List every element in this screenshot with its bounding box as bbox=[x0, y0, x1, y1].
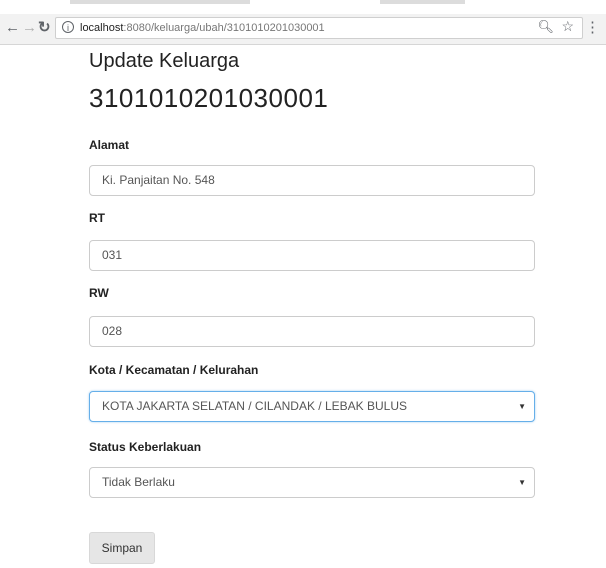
kota-label: Kota / Kecamatan / Kelurahan bbox=[89, 363, 259, 377]
alamat-label: Alamat bbox=[89, 138, 130, 152]
address-bar[interactable]: i localhost:8080/keluarga/ubah/310101020… bbox=[55, 17, 583, 39]
reload-icon[interactable]: ↻ bbox=[38, 18, 51, 38]
status-label: Status Keberlakuan bbox=[89, 440, 202, 454]
rw-input[interactable]: 028 bbox=[89, 316, 535, 347]
url-host: localhost bbox=[80, 22, 124, 34]
browser-toolbar: ← → ↻ i localhost:8080/keluarga/ubah/310… bbox=[0, 14, 606, 45]
save-button[interactable]: Simpan bbox=[89, 532, 155, 564]
status-select[interactable]: Tidak Berlaku ▼ bbox=[89, 467, 535, 498]
status-select-value: Tidak Berlaku bbox=[102, 475, 175, 489]
tab-strip bbox=[0, 0, 606, 8]
url-text[interactable]: localhost:8080/keluarga/ubah/31010102010… bbox=[80, 21, 325, 35]
rt-label: RT bbox=[89, 211, 105, 225]
info-icon[interactable]: i bbox=[62, 21, 74, 33]
menu-dots-icon[interactable]: ⋮ bbox=[585, 18, 600, 36]
rt-input[interactable]: 031 bbox=[89, 240, 535, 271]
zoom-icon[interactable]: 🔍︎ bbox=[537, 19, 554, 35]
rw-label: RW bbox=[89, 286, 109, 300]
arrow-right-icon[interactable]: → bbox=[22, 18, 37, 38]
chevron-down-icon: ▼ bbox=[518, 402, 526, 411]
family-code: 3101010201030001 bbox=[89, 83, 329, 113]
tab-fragment bbox=[70, 0, 250, 4]
page-title: Update Keluarga bbox=[89, 50, 240, 72]
tab-fragment bbox=[380, 0, 465, 4]
arrow-left-icon[interactable]: ← bbox=[5, 18, 20, 38]
chevron-down-icon: ▼ bbox=[518, 478, 526, 487]
kota-select[interactable]: KOTA JAKARTA SELATAN / CILANDAK / LEBAK … bbox=[89, 391, 535, 422]
alamat-input[interactable]: Ki. Panjaitan No. 548 bbox=[89, 165, 535, 196]
kota-select-value: KOTA JAKARTA SELATAN / CILANDAK / LEBAK … bbox=[102, 399, 407, 413]
url-path: :8080/keluarga/ubah/3101010201030001 bbox=[123, 22, 325, 34]
star-icon[interactable]: ☆ bbox=[561, 18, 574, 35]
